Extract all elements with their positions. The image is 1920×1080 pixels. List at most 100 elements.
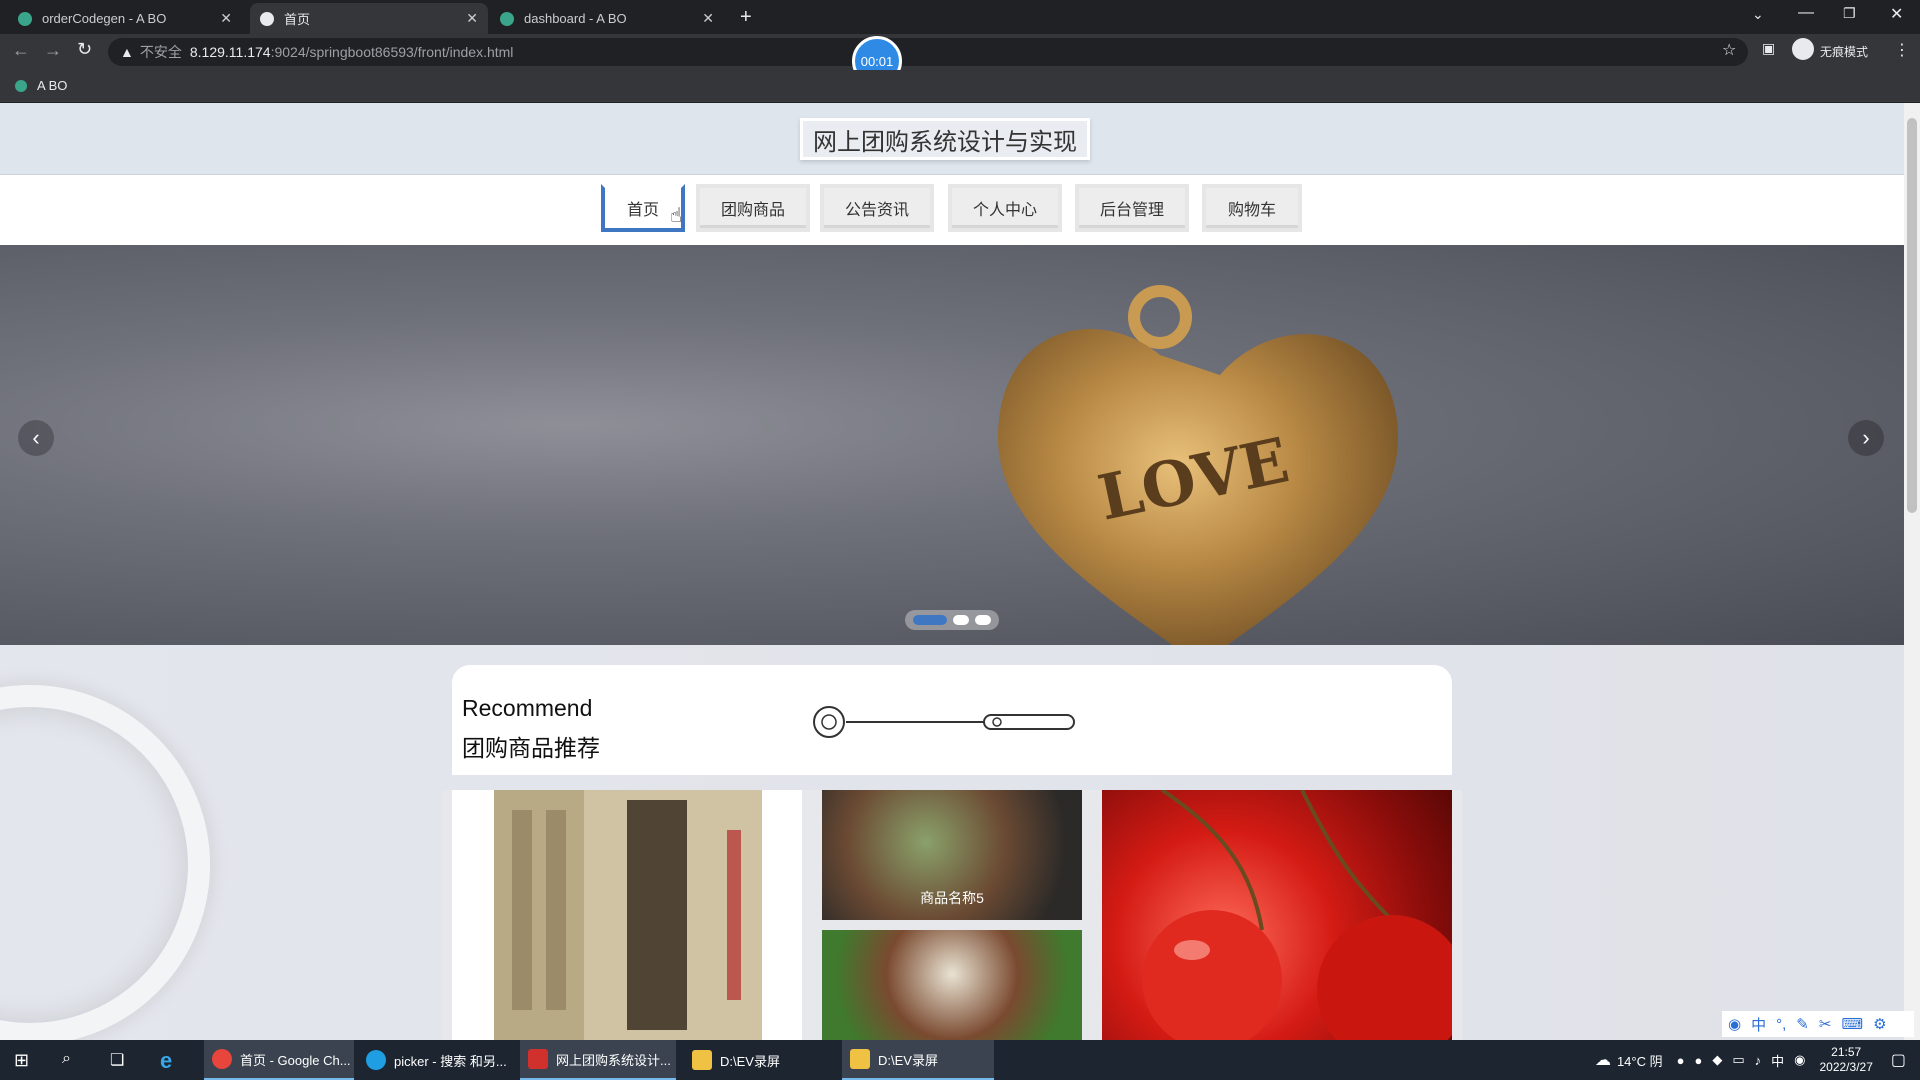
bookmark-star-icon[interactable]: ☆ xyxy=(1722,40,1736,60)
reload-icon[interactable]: ↻ xyxy=(77,39,92,60)
browser-tab-strip: orderCodegen - A BO ✕ 首页 ✕ dashboard - A… xyxy=(0,0,1920,34)
network-icon[interactable]: ▭ xyxy=(1732,1052,1744,1068)
nav-cart[interactable]: 购物车 xyxy=(1202,184,1302,232)
cherries-image xyxy=(1142,790,1452,1040)
system-tray: ☁ 14°C 阴 ● ● ◆ ▭ ♪ 中 ◉ 21:57 2022/3/27 ▢ xyxy=(1595,1040,1920,1080)
taskbar-chrome[interactable]: 首页 - Google Ch... xyxy=(204,1040,354,1080)
notification-icon[interactable]: ▢ xyxy=(1891,1050,1906,1070)
background-plate-image xyxy=(0,685,210,1040)
handwriting-icon[interactable]: ✎ xyxy=(1796,1015,1809,1033)
close-icon[interactable]: ✕ xyxy=(466,10,478,27)
taskbar-label: D:\EV录屏 xyxy=(720,1053,780,1069)
edge-icon xyxy=(366,1050,386,1070)
search-icon[interactable]: ⌕ xyxy=(62,1050,71,1068)
ie-icon[interactable]: e xyxy=(160,1048,172,1074)
gear-icon[interactable]: ⚙ xyxy=(1873,1015,1886,1033)
nav-group-goods[interactable]: 团购商品 xyxy=(696,184,810,232)
window-close-button[interactable]: ✕ xyxy=(1890,4,1903,24)
tab-home[interactable]: 首页 ✕ xyxy=(250,3,488,34)
recommend-title-en: Recommend xyxy=(462,695,593,721)
taskbar-label: 网上团购系统设计... xyxy=(556,1052,671,1068)
keyboard-icon[interactable]: ⌨ xyxy=(1841,1015,1863,1033)
site-favicon-icon xyxy=(18,11,32,26)
new-tab-button[interactable]: + xyxy=(740,6,752,29)
bookmark-favicon-icon xyxy=(15,80,27,92)
clock-time: 21:57 xyxy=(1831,1045,1862,1059)
taskbar-edge[interactable]: picker - 搜索 和另... xyxy=(358,1040,510,1080)
carousel-prev-button[interactable]: ‹ xyxy=(18,420,54,456)
close-icon[interactable]: ✕ xyxy=(220,10,232,27)
incognito-label: 无痕模式 xyxy=(1820,45,1869,59)
volume-icon[interactable]: ♪ xyxy=(1755,1053,1762,1068)
nav-personal-center[interactable]: 个人中心 xyxy=(948,184,1062,232)
ime-toolbar[interactable]: ◉ 中 °, ✎ ✂ ⌨ ⚙ xyxy=(1722,1011,1914,1037)
restore-button[interactable]: ❐ xyxy=(1843,5,1856,22)
task-view-icon[interactable]: ❏ xyxy=(110,1050,124,1070)
windows-taskbar: ⊞ ⌕ ❏ e 首页 - Google Ch... picker - 搜索 和另… xyxy=(0,1040,1920,1080)
tab-title: 首页 xyxy=(284,12,311,27)
weather-label[interactable]: 14°C 阴 xyxy=(1617,1051,1663,1070)
recommend-header: Recommend 团购商品推荐 xyxy=(452,665,1452,775)
ime-logo-icon: ◉ xyxy=(1728,1016,1742,1033)
carousel-indicators xyxy=(905,610,999,630)
tab-dashboard[interactable]: dashboard - A BO ✕ xyxy=(490,3,724,34)
web-page: 网上团购系统设计与实现 首页 团购商品 公告资讯 个人中心 后台管理 购物车 ☝ xyxy=(0,103,1904,1040)
shield-icon[interactable]: ◆ xyxy=(1712,1052,1722,1068)
carousel-dot-1[interactable] xyxy=(913,615,947,625)
scissors-icon[interactable]: ✂ xyxy=(1819,1015,1832,1033)
bookmarks-bar: A BO xyxy=(0,70,1920,102)
minimize-button[interactable]: — xyxy=(1798,4,1814,22)
nav-news[interactable]: 公告资讯 xyxy=(820,184,934,232)
carousel-dot-2[interactable] xyxy=(953,615,969,625)
nav-admin[interactable]: 后台管理 xyxy=(1075,184,1189,232)
taskbar-folder-2[interactable]: D:\EV录屏 xyxy=(842,1040,994,1080)
tab-ordercodegen[interactable]: orderCodegen - A BO ✕ xyxy=(8,3,242,34)
back-icon[interactable]: ← xyxy=(12,40,30,61)
taskbar-label: picker - 搜索 和另... xyxy=(394,1053,507,1069)
goods-card-1[interactable] xyxy=(452,790,802,1040)
taskbar-folder-1[interactable]: D:\EV录屏 xyxy=(684,1040,836,1080)
clock[interactable]: 21:57 2022/3/27 xyxy=(1819,1045,1872,1075)
url-path: :9024/springboot86593/front/index.html xyxy=(270,44,514,60)
windows-start-icon[interactable]: ⊞ xyxy=(14,1050,29,1071)
folder-icon xyxy=(850,1049,870,1069)
forward-icon[interactable]: → xyxy=(44,40,62,61)
carousel-next-button[interactable]: › xyxy=(1848,420,1884,456)
cloud-icon: ☁ xyxy=(1594,1052,1611,1069)
qq-icon[interactable]: ● xyxy=(1694,1053,1702,1068)
clock-date: 2022/3/27 xyxy=(1819,1060,1873,1074)
wechat-icon[interactable]: ● xyxy=(1677,1053,1685,1068)
globe-icon xyxy=(260,11,274,26)
carousel-slide-image: LOVE xyxy=(0,245,1904,645)
scrollbar-thumb[interactable] xyxy=(1907,118,1917,513)
close-icon[interactable]: ✕ xyxy=(702,10,714,27)
ime-mode: 中 xyxy=(1751,1016,1767,1034)
tab-title: orderCodegen - A BO xyxy=(42,11,167,26)
recommend-title-cn: 团购商品推荐 xyxy=(462,735,600,761)
recommend-section: Recommend 团购商品推荐 商品名称5 xyxy=(0,645,1904,1040)
goods-card-3[interactable] xyxy=(822,930,1082,1040)
carousel-dot-3[interactable] xyxy=(975,615,991,625)
ime-indicator[interactable]: 中 xyxy=(1771,1051,1784,1070)
tab-search-icon[interactable]: ⌄ xyxy=(1752,6,1764,23)
ime-tray-icon[interactable]: ◉ xyxy=(1794,1052,1805,1068)
bookmark-a-bo[interactable]: A BO xyxy=(37,78,67,93)
url-host: 8.129.11.174 xyxy=(189,44,271,60)
taskbar-wps[interactable]: 网上团购系统设计... xyxy=(520,1040,676,1080)
taskbar-label: 首页 - Google Ch... xyxy=(240,1052,351,1068)
goods-card-4[interactable] xyxy=(1102,790,1452,1040)
tab-title: dashboard - A BO xyxy=(524,11,627,26)
menu-icon[interactable]: ⋮ xyxy=(1894,40,1910,60)
goods-grid: 商品名称5 xyxy=(442,790,1462,1040)
wps-icon xyxy=(528,1049,548,1069)
main-navbar: 首页 团购商品 公告资讯 个人中心 后台管理 购物车 ☝ xyxy=(0,175,1904,245)
address-bar[interactable]: ▲ 不安全 8.129.11.174 :9024/springboot86593… xyxy=(108,38,1748,66)
punctuation-icon[interactable]: °, xyxy=(1776,1016,1786,1033)
decorative-line-icon xyxy=(813,706,1075,738)
goods-card-2[interactable]: 商品名称5 xyxy=(822,790,1082,920)
side-panel-icon[interactable]: ▣ xyxy=(1762,40,1775,57)
taskbar-label: D:\EV录屏 xyxy=(878,1052,938,1068)
banner-carousel[interactable]: LOVE ‹ › xyxy=(0,245,1904,645)
folder-icon xyxy=(692,1050,712,1070)
browser-toolbar: ← → ↻ ▲ 不安全 8.129.11.174 :9024/springboo… xyxy=(0,34,1920,70)
